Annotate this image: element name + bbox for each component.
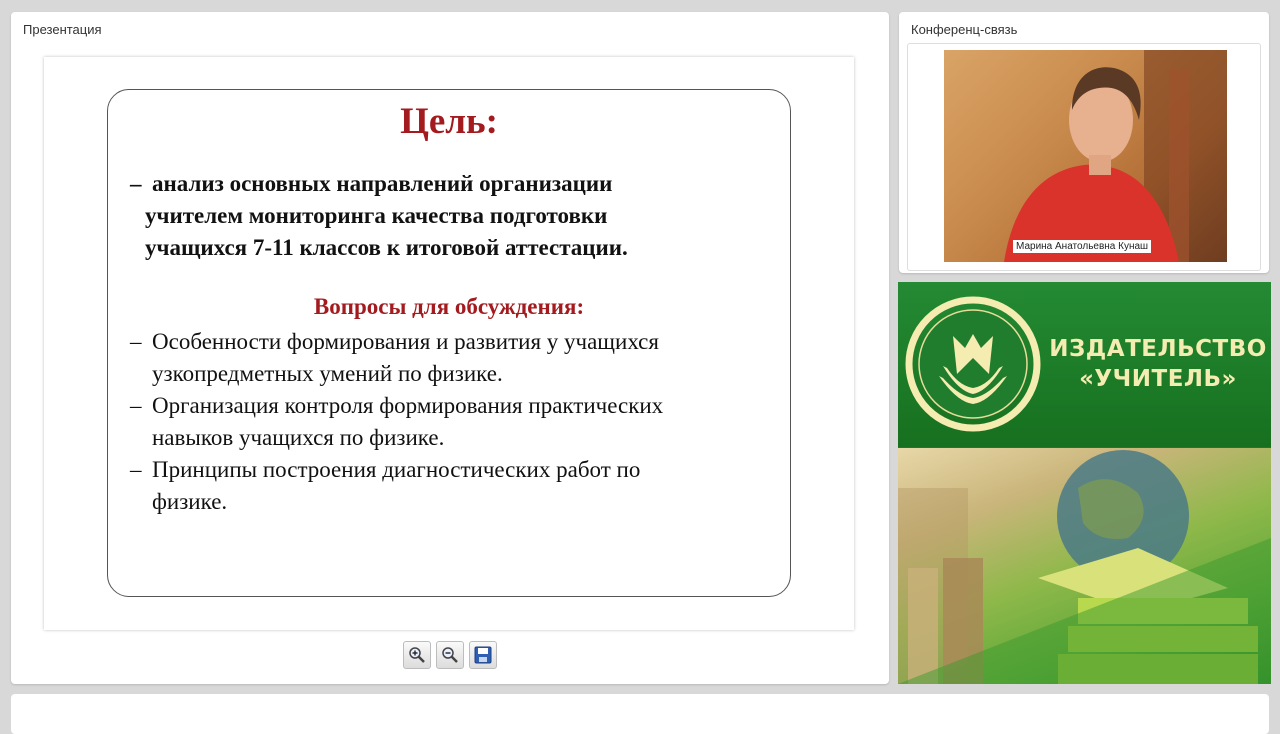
question-line: Особенности формирования и развития у уч…	[152, 329, 659, 354]
goal-dash: –	[130, 171, 142, 196]
presentation-panel: Презентация Цель: – анализ основных напра…	[11, 12, 889, 684]
participant-video[interactable]: Марина Анатольевна Кунаш	[944, 50, 1227, 262]
question-line: Организация контроля формирования практи…	[152, 393, 664, 418]
question-line: навыков учащихся по физике.	[152, 425, 445, 450]
zoom-in-button[interactable]	[403, 641, 431, 669]
question-item: – Особенности формирования и развития у …	[130, 326, 770, 390]
books-globe-illustration	[898, 450, 1271, 684]
question-line: Принципы построения диагностических рабо…	[152, 457, 641, 482]
participant-silhouette	[1004, 50, 1227, 262]
question-dash: –	[130, 329, 142, 354]
bottom-panel	[11, 694, 1269, 734]
question-item: – Организация контроля формирования прак…	[130, 390, 770, 454]
slide-frame: Цель: – анализ основных направлений орган…	[107, 89, 791, 597]
goal-line: анализ основных направлений организации	[152, 171, 613, 196]
question-line: физике.	[152, 489, 228, 514]
publisher-logo	[905, 296, 1041, 432]
questions-list: – Особенности формирования и развития у …	[130, 326, 770, 518]
floppy-disk-icon	[474, 646, 492, 664]
save-button[interactable]	[469, 641, 497, 669]
participant-name-label: Марина Анатольевна Кунаш	[1013, 240, 1152, 253]
slide-goal: – анализ основных направлений организации…	[130, 168, 770, 264]
conference-panel: Конференц-связь Марина Анатольевна Кунаш	[899, 12, 1269, 273]
question-item: – Принципы построения диагностических ра…	[130, 454, 770, 518]
publisher-name: ИЗДАТЕЛЬСТВО «УЧИТЕЛЬ»	[1048, 334, 1268, 394]
goal-line: учащихся 7-11 классов к итоговой аттеста…	[145, 235, 628, 260]
question-line: узкопредметных умений по физике.	[152, 361, 503, 386]
zoom-out-icon	[442, 647, 458, 663]
conference-panel-title: Конференц-связь	[911, 22, 1018, 37]
question-dash: –	[130, 457, 142, 482]
presentation-panel-title: Презентация	[23, 22, 102, 37]
publisher-banner-header: ИЗДАТЕЛЬСТВО «УЧИТЕЛЬ»	[898, 282, 1271, 447]
publisher-name-line: ИЗДАТЕЛЬСТВО	[1049, 336, 1267, 362]
slide-heading: Цель:	[400, 101, 498, 142]
goal-line: учителем мониторинга качества подготовки	[145, 203, 608, 228]
zoom-out-button[interactable]	[436, 641, 464, 669]
questions-heading: Вопросы для обсуждения:	[313, 294, 585, 319]
publisher-banner[interactable]: ИЗДАТЕЛЬСТВО «УЧИТЕЛЬ»	[898, 282, 1271, 684]
question-dash: –	[130, 393, 142, 418]
zoom-in-icon	[409, 647, 425, 663]
publisher-name-line: «УЧИТЕЛЬ»	[1079, 366, 1237, 392]
publisher-banner-image	[898, 448, 1271, 684]
slide: Цель: – анализ основных направлений орган…	[44, 57, 854, 630]
